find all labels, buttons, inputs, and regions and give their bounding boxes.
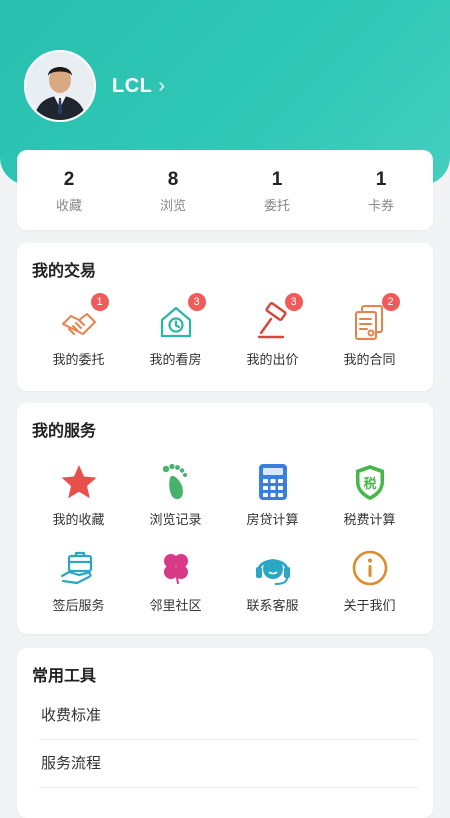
section-title: 我的交易 bbox=[32, 261, 97, 280]
notification-badge: 1 bbox=[90, 293, 109, 311]
stat-favorites[interactable]: 2 收藏 bbox=[17, 150, 121, 230]
stat-browsed[interactable]: 8 浏览 bbox=[121, 150, 225, 230]
trade-grid: 1 我的委托 3 我的看房 3 我的出价 2 我的合同 bbox=[17, 293, 433, 368]
item-label: 邻里社区 bbox=[149, 599, 202, 614]
service-process-row[interactable]: 服务流程 bbox=[39, 740, 419, 788]
item-label: 关于我们 bbox=[343, 599, 396, 614]
item-label: 我的出价 bbox=[246, 353, 299, 368]
contact-support-button[interactable]: 联系客服 bbox=[224, 548, 321, 614]
services-grid-row-1: 我的收藏 浏览记录 房贷计算 税 税费计算 bbox=[17, 462, 433, 528]
services-grid-row-2: 签后服务 邻里社区 联系客服 关于我们 bbox=[17, 548, 433, 614]
user-name[interactable]: LCL › bbox=[112, 75, 166, 98]
handshake-icon: 1 bbox=[59, 293, 109, 342]
post-sign-service-button[interactable]: 签后服务 bbox=[30, 548, 127, 614]
common-tools-card: 常用工具 收费标准 服务流程 bbox=[17, 648, 433, 818]
section-title: 常用工具 bbox=[32, 666, 97, 685]
briefcase-hand-icon bbox=[59, 548, 99, 588]
my-trades-card: 我的交易 1 我的委托 3 我的看房 3 我的出价 2 我的合同 bbox=[17, 243, 433, 391]
item-label: 税费计算 bbox=[343, 513, 396, 528]
tax-calculator-button[interactable]: 税 税费计算 bbox=[321, 462, 418, 528]
browse-history-button[interactable]: 浏览记录 bbox=[127, 462, 224, 528]
stat-value: 1 bbox=[271, 169, 283, 190]
neighborhood-community-button[interactable]: 邻里社区 bbox=[127, 548, 224, 614]
item-label: 我的看房 bbox=[149, 353, 202, 368]
item-label: 我的委托 bbox=[52, 353, 105, 368]
user-name-text: LCL bbox=[112, 74, 153, 97]
item-label: 我的收藏 bbox=[52, 513, 105, 528]
stat-label: 浏览 bbox=[159, 199, 186, 214]
notification-badge: 2 bbox=[381, 293, 400, 311]
star-icon bbox=[59, 462, 99, 502]
item-label: 浏览记录 bbox=[149, 513, 202, 528]
my-entrustments-button[interactable]: 1 我的委托 bbox=[30, 293, 127, 368]
gavel-icon: 3 bbox=[253, 293, 303, 342]
item-label: 联系客服 bbox=[246, 599, 299, 614]
headset-icon bbox=[253, 548, 293, 588]
fee-standard-row[interactable]: 收费标准 bbox=[39, 692, 419, 740]
tax-shield-icon: 税 bbox=[350, 462, 390, 502]
stat-label: 委托 bbox=[263, 199, 290, 214]
footprint-icon bbox=[156, 462, 196, 502]
stat-value: 8 bbox=[167, 169, 179, 190]
house-clock-icon: 3 bbox=[156, 293, 206, 342]
item-label: 房贷计算 bbox=[246, 513, 299, 528]
stat-entrusted[interactable]: 1 委托 bbox=[225, 150, 329, 230]
notification-badge: 3 bbox=[284, 293, 303, 311]
my-favorites-button[interactable]: 我的收藏 bbox=[30, 462, 127, 528]
stat-label: 卡券 bbox=[367, 199, 394, 214]
avatar[interactable] bbox=[24, 50, 96, 122]
stat-coupons[interactable]: 1 卡券 bbox=[329, 150, 433, 230]
my-bids-button[interactable]: 3 我的出价 bbox=[224, 293, 321, 368]
my-services-card: 我的服务 我的收藏 浏览记录 房贷计算 税 税费计算 签后服务 邻里社区 联系客… bbox=[17, 403, 433, 634]
contract-icon: 2 bbox=[350, 293, 400, 342]
notification-badge: 3 bbox=[187, 293, 206, 311]
item-label: 我的合同 bbox=[343, 353, 396, 368]
about-us-button[interactable]: 关于我们 bbox=[321, 548, 418, 614]
mortgage-calculator-button[interactable]: 房贷计算 bbox=[224, 462, 321, 528]
info-icon bbox=[350, 548, 390, 588]
tax-icon-text: 税 bbox=[363, 476, 376, 492]
section-title: 我的服务 bbox=[32, 421, 97, 440]
tool-label: 收费标准 bbox=[41, 706, 102, 724]
profile-header[interactable]: LCL › bbox=[24, 50, 166, 122]
item-label: 签后服务 bbox=[52, 599, 105, 614]
my-viewings-button[interactable]: 3 我的看房 bbox=[127, 293, 224, 368]
stat-value: 1 bbox=[375, 169, 387, 190]
clover-icon bbox=[156, 548, 196, 588]
calculator-icon bbox=[253, 462, 293, 502]
chevron-right-icon: › bbox=[158, 74, 166, 97]
stats-card: 2 收藏 8 浏览 1 委托 1 卡券 bbox=[17, 150, 433, 230]
stat-label: 收藏 bbox=[55, 199, 82, 214]
my-contracts-button[interactable]: 2 我的合同 bbox=[321, 293, 418, 368]
stat-value: 2 bbox=[63, 169, 75, 190]
tool-label: 服务流程 bbox=[41, 754, 102, 772]
